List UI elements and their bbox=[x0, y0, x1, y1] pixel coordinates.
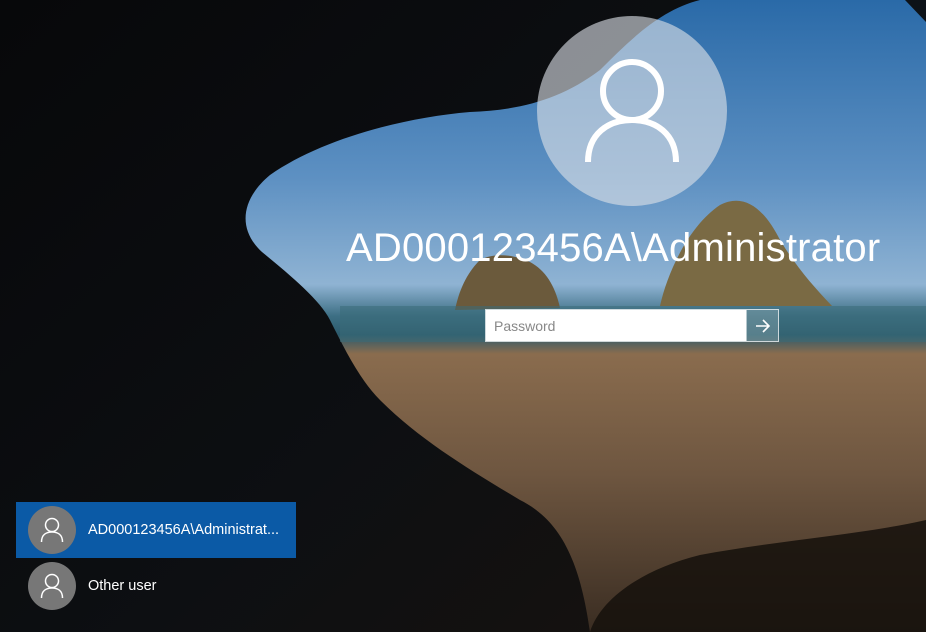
user-silhouette-icon bbox=[585, 59, 679, 163]
password-box bbox=[485, 309, 779, 342]
avatar bbox=[28, 562, 76, 610]
current-username: AD000123456A\Administrator bbox=[346, 226, 881, 270]
user-item-label: Other user bbox=[88, 578, 157, 594]
avatar bbox=[28, 506, 76, 554]
user-item-label: AD000123456A\Administrat... bbox=[88, 522, 280, 538]
user-item-administrator[interactable]: AD000123456A\Administrat... bbox=[16, 502, 296, 558]
user-silhouette-icon bbox=[40, 573, 64, 599]
password-input[interactable] bbox=[486, 310, 746, 341]
arrow-right-icon bbox=[755, 318, 770, 333]
user-item-other-user[interactable]: Other user bbox=[16, 558, 296, 614]
user-silhouette-icon bbox=[40, 517, 64, 543]
submit-button[interactable] bbox=[746, 310, 778, 341]
user-avatar bbox=[537, 16, 727, 206]
user-switcher-list: AD000123456A\Administrat... Other user bbox=[16, 502, 296, 614]
